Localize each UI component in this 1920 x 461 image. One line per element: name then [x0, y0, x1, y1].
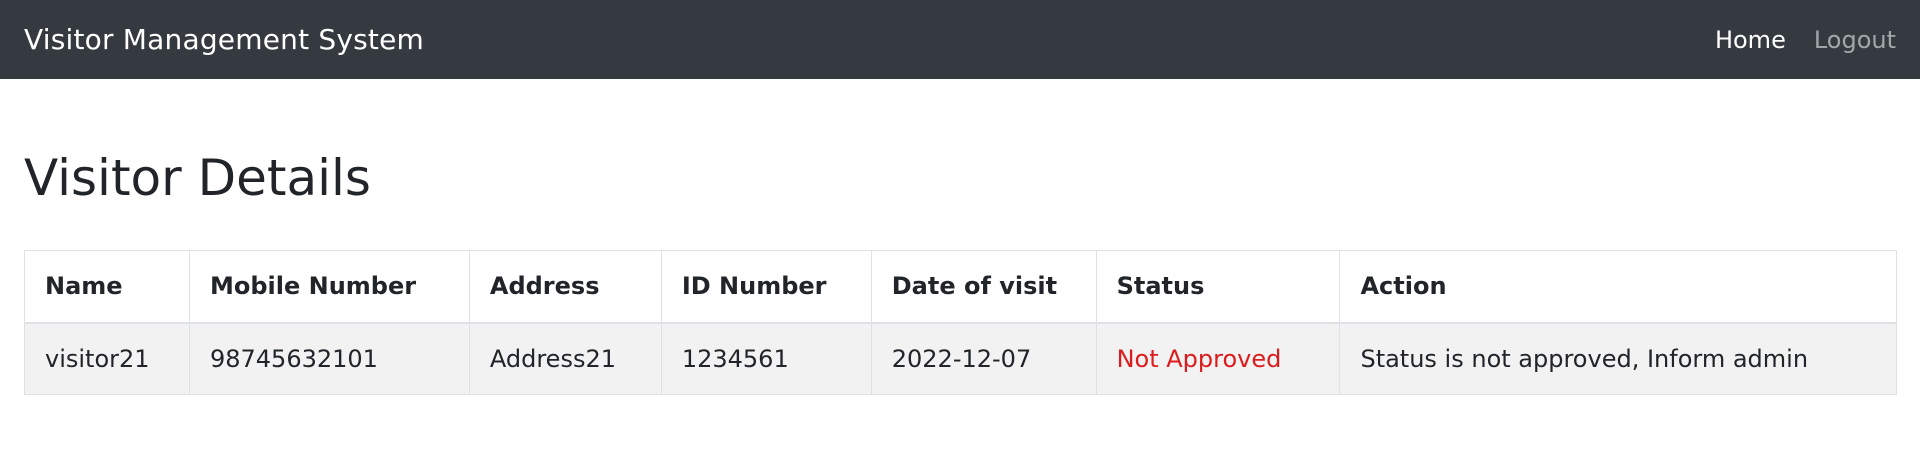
nav-home-link[interactable]: Home	[1715, 26, 1786, 54]
visitor-details-table: Name Mobile Number Address ID Number Dat…	[24, 250, 1897, 395]
column-header-date: Date of visit	[870, 250, 1097, 324]
cell-status-badge: Not Approved	[1095, 322, 1341, 395]
nav-logout-link[interactable]: Logout	[1814, 26, 1896, 54]
cell-name: visitor21	[24, 322, 190, 395]
page-title: Visitor Details	[24, 149, 371, 207]
column-header-status: Status	[1095, 250, 1341, 324]
cell-id-number: 1234561	[660, 322, 872, 395]
column-header-address: Address	[468, 250, 662, 324]
column-header-id-number: ID Number	[660, 250, 872, 324]
column-header-name: Name	[24, 250, 190, 324]
cell-action: Status is not approved, Inform admin	[1339, 322, 1897, 395]
nav-links: Home Logout	[1715, 26, 1896, 54]
cell-date-of-visit: 2022-12-07	[870, 322, 1097, 395]
column-header-action: Action	[1339, 250, 1897, 324]
main-content: Visitor Details Name Mobile Number Addre…	[0, 153, 1920, 395]
table-header-row: Name Mobile Number Address ID Number Dat…	[24, 250, 1897, 324]
cell-mobile: 98745632101	[188, 322, 470, 395]
top-navbar: Visitor Management System Home Logout	[0, 0, 1920, 79]
cell-address: Address21	[468, 322, 662, 395]
navbar-brand[interactable]: Visitor Management System	[24, 23, 424, 56]
column-header-mobile: Mobile Number	[188, 250, 470, 324]
table-row: visitor21 98745632101 Address21 1234561 …	[24, 322, 1897, 395]
